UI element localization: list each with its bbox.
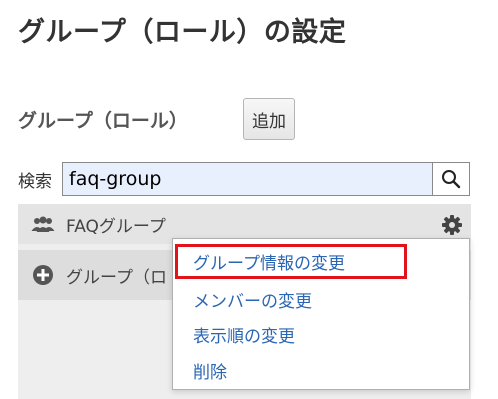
search-icon [442,170,461,189]
menu-item-change-members[interactable]: メンバーの変更 [193,287,312,312]
groups-section-label: グループ（ロール） [18,110,188,132]
group-item-label: グループ（ロ [66,267,167,288]
menu-item-delete[interactable]: 削除 [193,358,227,383]
users-icon [26,215,60,233]
context-menu: グループ情報の変更 メンバーの変更 表示順の変更 削除 [172,238,470,390]
search-input[interactable] [62,162,432,196]
group-item-label: FAQグループ [66,216,166,237]
search-button[interactable] [432,162,470,196]
add-group-button[interactable]: 追加 [243,98,295,140]
plus-circle-icon [26,264,60,286]
page-title: グループ（ロール）の設定 [18,17,347,48]
menu-item-edit-group-info[interactable]: グループ情報の変更 [193,249,345,274]
gear-icon[interactable] [441,214,463,236]
search-label: 検索 [18,172,52,192]
menu-item-change-order[interactable]: 表示順の変更 [193,322,295,347]
